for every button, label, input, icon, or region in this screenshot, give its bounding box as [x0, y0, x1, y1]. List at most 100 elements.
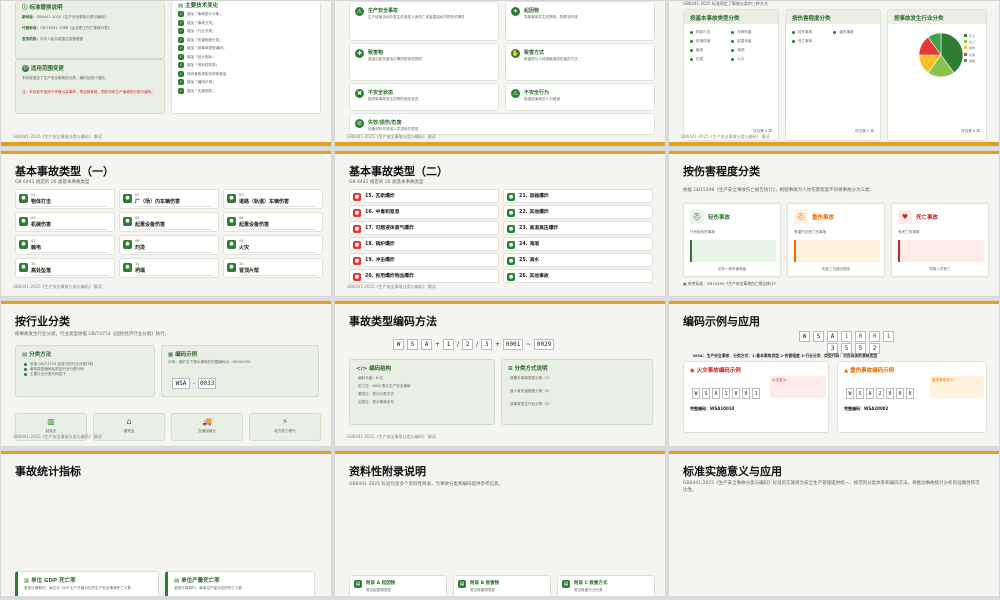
type-icon: ●	[123, 217, 132, 226]
footer-text: GB6441-2025《生产安全事故分类与编码》 解读	[13, 434, 102, 439]
term-icon: ⚠	[511, 89, 520, 98]
helmet-icon: ♥	[898, 210, 912, 224]
top-accent-bar	[335, 151, 665, 154]
code-format: W S A +1/2/3 +0001 ~0029	[393, 331, 557, 350]
code-char: A	[712, 388, 720, 399]
slide-implementation[interactable]: 标准实施意义与应用 GB6441-2025《生产安全事故分类与编码》标准的实施将…	[668, 450, 1000, 597]
footer-text: GB6441-2025《生产安全事故分类与编码》 解读	[13, 284, 102, 289]
change-item: ✓ 增加「事故分类」	[178, 19, 216, 26]
type-card: ● 18. 锅炉爆炸	[349, 237, 499, 251]
change-item: ✓ 增加「行业分类」	[178, 28, 216, 35]
injury-note: 重伤事故定义：	[930, 376, 984, 398]
page-intro: GB6441-2025《生产安全事故分类与编码》标准的实施将为安全生产管理提供统…	[683, 481, 980, 493]
type-card: ● 23. 高温高压爆炸	[503, 221, 653, 235]
scope-card: ◎ 适用范围变更 本标准规定了生产安全事故的分类、编码及统计指标。 注：本标准不…	[15, 59, 165, 114]
change-item: ✓ 增加「实施指导」	[178, 87, 216, 94]
industry-tile: ⌂ 建筑业	[93, 413, 165, 441]
slide-coding-examples[interactable]: 编码示例与应用 WSA1001 3552 WSA：生产安全事故 分类方式：1-基…	[668, 300, 1000, 447]
footer-text: GB6441-2025《生产安全事故分类与编码》 解读	[681, 134, 770, 139]
slide-injury-severity[interactable]: 按伤害程度分类 依据 GB15499《生产安全事故伤亡报告统计》，根据事故对人体…	[668, 150, 1000, 297]
code-char: 1	[722, 388, 730, 399]
file-icon: ▤	[562, 580, 570, 588]
industry-tile: 🚚 交通运输业	[171, 413, 243, 441]
slide-standard-replacement[interactable]: ⓘ 标准替换说明 新标准：GB6441-2025《生产安全事故分类与编码》 代替…	[0, 0, 332, 147]
type-icon: ●	[353, 225, 361, 233]
type-icon: ●	[353, 193, 361, 201]
top-accent-bar	[1, 151, 331, 154]
gdp-card: ▥ 单位 GDP 死亡率 某统计周期内，每亿元 GDP 生产总值对应的生产安全事…	[15, 571, 159, 596]
method-card: ▤ 分类方法 采用 GB/T4754 标准中的行业分类代码 事故类型编码后附加行…	[15, 345, 155, 397]
fire-code: WSA1001	[692, 380, 762, 399]
slide-appendix[interactable]: 资料性附录说明 GB6441-2025 标准包含多个资料性附录，为事故分类和编码…	[334, 450, 666, 597]
type-icon: ●	[19, 217, 28, 226]
slide-industry[interactable]: 按行业分类 按事故发生行业分类，行业类型依据 GB/T4754《国民经济行业分类…	[0, 300, 332, 447]
top-accent-bar	[335, 451, 665, 454]
classification-intro: GB6441-2025 标准规定了事故分类的三种方式	[683, 1, 768, 6]
change-item: ✓ 增加「编码示例」	[178, 79, 216, 86]
code-char: W	[692, 388, 700, 399]
type-icon: ●	[19, 240, 28, 249]
term-card: ⊘ 失效/损伤/危害 设备材料失效或人员损伤的表现	[349, 113, 655, 135]
change-item: ✓ 增加「伤害程度分类」	[178, 36, 223, 43]
classification-card: 按伤害程度分类 轻伤事故 重伤事故死亡事故 详见第 5 章	[785, 9, 881, 141]
page-intro: 按事故发生行业分类，行业类型依据 GB/T4754《国民经济行业分类》执行。	[15, 332, 170, 337]
check-icon: ✓	[178, 36, 184, 43]
type-card: ● 04 机械伤害	[15, 212, 115, 232]
type-card: ● 06 起重设备伤害	[223, 212, 323, 232]
helmet-icon: ⛑	[794, 210, 808, 224]
changes-title: 主要技术变化	[185, 3, 219, 9]
top-accent-bar	[669, 151, 999, 154]
factory-icon: ▤	[174, 578, 180, 584]
type-card: ● 26. 其他事故	[503, 269, 653, 283]
appendix-card: ▤ 附录 B 致害物 常见致害物类型	[453, 575, 551, 596]
slide-basic-types-2[interactable]: 基本事故类型（二） GB 6441 规定的 26 类基本事故类型 ● 15. 瓦斯爆…	[334, 150, 666, 297]
term-card: ✋ 致害方式 致害物与人体接触造成伤害的方式	[505, 43, 655, 81]
type-icon: ●	[123, 263, 132, 272]
change-item: ✓ 增加「统计指标」	[178, 53, 216, 60]
slide-classification-methods[interactable]: GB6441-2025 标准规定了事故分类的三种方式 按基本事故类型分类 物体打击…	[668, 0, 1000, 147]
structure-card: </> 编码结构 编码长度：8 位前三位：WSA 表示生产安全事故 第四位：表示分…	[349, 359, 495, 425]
injury-code-text: 完整编码：WSA20002	[844, 406, 889, 411]
type-card: ● 10 高处坠落	[15, 258, 115, 278]
type-icon: ●	[353, 209, 361, 217]
type-icon: ●	[507, 241, 515, 249]
type-card: ● 01 物体打击	[15, 189, 115, 209]
code-operator: +	[435, 341, 441, 348]
type-card: ● 25. 溺水	[503, 253, 653, 267]
bottom-accent-bar	[1, 142, 331, 146]
file-icon: ▤	[354, 580, 362, 588]
type-icon: ●	[507, 273, 515, 281]
term-icon: ⚠	[355, 7, 364, 16]
term-card: ✦ 起因物 导致事故发生的物体、物质或环境	[505, 1, 655, 41]
industry-icon: ▥	[47, 417, 55, 426]
code-char: A	[866, 388, 874, 399]
check-icon: ✓	[178, 11, 184, 17]
type-card: ● 12 冒顶片帮	[223, 258, 323, 278]
type-icon: ●	[353, 241, 361, 249]
code-char: S	[856, 388, 864, 399]
code-char: 0029	[534, 339, 555, 350]
code-char: S	[702, 388, 710, 399]
term-icon: ✦	[511, 7, 520, 16]
hierarchy-icon: ⊞	[508, 366, 513, 372]
code-char: 2	[462, 339, 474, 350]
slide-coding-method[interactable]: 事故类型编码方法 W S A +1/2/3 +0001 ~0029 </> 编码结构 编码…	[334, 300, 666, 447]
type-card: ● 19. 冲击爆炸	[349, 253, 499, 267]
injury-code: WSA2000	[846, 380, 916, 399]
code-char: 3	[481, 339, 493, 350]
code-char: 1	[883, 331, 894, 342]
slide-statistics[interactable]: 事故统计指标 ▥ 单位 GDP 死亡率 某统计周期内，每亿元 GDP 生产总值对…	[0, 450, 332, 597]
term-card: ⚠ 生产安全事故 生产经营活动中发生的造成人身伤亡或者直接经济损失的事件	[349, 1, 499, 41]
slide-terms[interactable]: ⚠ 生产安全事故 生产经营活动中发生的造成人身伤亡或者直接经济损失的事件 ✦ 起因物 导致…	[334, 0, 666, 147]
change-item: ✓ 增加「按事故类型编码」	[178, 45, 227, 52]
type-card: ● 24. 淹溺	[503, 237, 653, 251]
type-card: ● 22. 其他爆炸	[503, 205, 653, 219]
appendix-card: ▤ 附录 A 起因物 常见起因物类型	[349, 575, 447, 596]
replacement-items: 新标准：GB6441-2025《生产安全事故分类与编码》 代替标准：GB/T64…	[22, 15, 112, 42]
top-accent-bar	[1, 301, 331, 304]
type-card: ● 05 起重设备伤害	[119, 212, 219, 232]
page-title: 事故统计指标	[15, 465, 81, 478]
bottom-accent-bar	[335, 142, 665, 146]
type-card: ● 03 道路（轨道）车辆伤害	[223, 189, 323, 209]
slide-basic-types-1[interactable]: 基本事故类型（一） GB 6441 规定的 26 类基本事故类型 ● 01 物体打击…	[0, 150, 332, 297]
